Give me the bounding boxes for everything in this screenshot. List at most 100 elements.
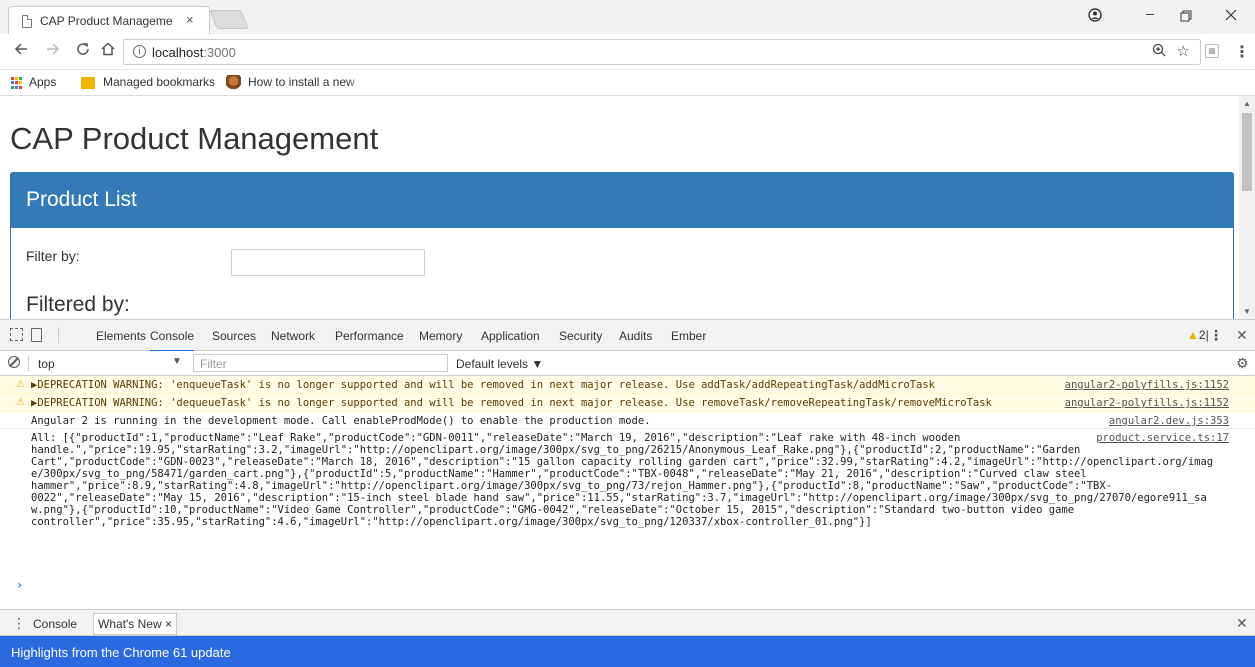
- panel-title: Product List: [26, 188, 137, 211]
- product-list-panel: Product List Filter by: Filtered by:: [10, 172, 1234, 319]
- browser-toolbar: i localhost:3000 ☆ ▦ ⋮: [0, 34, 1255, 70]
- new-tab-button[interactable]: [209, 10, 249, 29]
- apps-dot: [11, 85, 14, 89]
- folder-icon: [81, 77, 95, 89]
- message-text[interactable]: ▶DEPRECATION WARNING: 'enqueueTask' is n…: [31, 379, 935, 391]
- console-log-entry: All: [{"productId":1,"productName":"Leaf…: [0, 432, 1255, 528]
- inspect-element-icon[interactable]: [10, 328, 23, 341]
- forward-icon[interactable]: [46, 42, 60, 61]
- message-text[interactable]: ▶DEPRECATION WARNING: 'dequeueTask' is n…: [31, 397, 992, 409]
- zoom-icon[interactable]: [1152, 43, 1166, 60]
- profile-icon[interactable]: [1088, 8, 1102, 25]
- log-line: handle.","price":19.95,"starRating":3.2,…: [31, 444, 1081, 456]
- tab-close-icon[interactable]: ×: [186, 12, 194, 27]
- page-icon: [22, 15, 32, 28]
- log-line: Cart","productCode":"GDN-0023","releaseD…: [31, 456, 1214, 468]
- warning-icon: ▲: [1187, 328, 1199, 342]
- devtools-close-icon[interactable]: ✕: [1236, 327, 1248, 344]
- panel-heading: Product List: [11, 173, 1233, 228]
- address-bar[interactable]: i localhost:3000 ☆: [123, 39, 1201, 65]
- devtools-tab-console[interactable]: Console: [150, 329, 195, 352]
- devtools-tab-memory[interactable]: Memory: [419, 329, 462, 343]
- bookmark-favicon-icon: [226, 75, 241, 90]
- back-icon[interactable]: [14, 42, 28, 61]
- console-filter-input[interactable]: Filter: [193, 354, 448, 372]
- scroll-thumb[interactable]: [1242, 113, 1252, 191]
- log-line: 0022","releaseDate":"May 15, 2016","desc…: [31, 492, 1207, 504]
- devtools-tab-ember[interactable]: Ember: [671, 329, 706, 343]
- apps-dot: [19, 85, 22, 89]
- devtools-tab-network[interactable]: Network: [271, 329, 315, 343]
- browser-tab[interactable]: CAP Product Manageme ×: [8, 6, 210, 35]
- log-text: All: [{"productId":1,"productName":"Leaf…: [31, 432, 1229, 528]
- devtools-tab-elements[interactable]: Elements: [96, 329, 146, 343]
- toolbar-divider: [58, 327, 59, 343]
- console-message: Angular 2 is running in the development …: [0, 412, 1255, 429]
- console-output: ⚠ ▶DEPRECATION WARNING: 'enqueueTask' is…: [0, 376, 1255, 609]
- apps-dot: [15, 81, 18, 85]
- context-selector[interactable]: top: [38, 357, 55, 371]
- warning-icon: ⚠: [16, 397, 25, 408]
- device-toolbar-icon[interactable]: [31, 328, 42, 342]
- log-line: controller","price":35.95,"starRating":4…: [31, 516, 872, 528]
- apps-dot: [11, 81, 14, 85]
- message-text: Angular 2 is running in the development …: [31, 415, 651, 427]
- bookmark-install[interactable]: How to install a new: [248, 75, 366, 89]
- devtools-tab-security[interactable]: Security: [559, 329, 602, 343]
- console-prompt[interactable]: ›: [16, 578, 23, 592]
- console-settings-icon[interactable]: ⚙: [1236, 355, 1249, 372]
- apps-dot: [15, 85, 18, 89]
- apps-icon[interactable]: [11, 77, 23, 89]
- message-source-link[interactable]: angular2-polyfills.js:1152: [1065, 397, 1229, 409]
- context-caret-icon[interactable]: ▼: [172, 356, 182, 367]
- bookmark-star-icon[interactable]: ☆: [1177, 42, 1190, 60]
- restore-icon[interactable]: [1180, 9, 1192, 25]
- home-icon[interactable]: [101, 42, 115, 61]
- warning-icon: ⚠: [16, 379, 25, 390]
- warning-count: 2: [1198, 328, 1206, 342]
- bookmark-apps[interactable]: Apps: [29, 75, 56, 89]
- site-info-icon[interactable]: i: [133, 45, 146, 58]
- log-source-link[interactable]: product.service.ts:17: [1096, 432, 1229, 444]
- window-close-icon[interactable]: [1225, 8, 1237, 24]
- bookmark-managed[interactable]: Managed bookmarks: [103, 75, 215, 89]
- browser-menu-icon[interactable]: ⋮: [1234, 42, 1250, 62]
- log-levels-dropdown[interactable]: Default levels ▼: [456, 357, 543, 371]
- message-source-link[interactable]: angular2-polyfills.js:1152: [1065, 379, 1229, 391]
- page-viewport: CAP Product Management Product List Filt…: [0, 96, 1239, 319]
- message-source-link[interactable]: angular2.dev.js:353: [1109, 415, 1229, 427]
- minimize-icon[interactable]: –: [1146, 5, 1154, 21]
- devtools-tab-audits[interactable]: Audits: [619, 329, 652, 343]
- warning-counter[interactable]: ▲2|: [1187, 328, 1209, 342]
- scroll-down-icon[interactable]: ▼: [1243, 307, 1251, 316]
- page-scrollbar[interactable]: ▲ ▼: [1239, 96, 1255, 319]
- page-title: CAP Product Management: [10, 121, 379, 156]
- scroll-up-icon[interactable]: ▲: [1243, 99, 1251, 108]
- drawer-tab-close-icon[interactable]: ×: [165, 617, 172, 631]
- drawer-tab-console[interactable]: Console: [33, 617, 77, 631]
- browser-tab-strip: CAP Product Manageme × –: [0, 0, 1255, 35]
- drawer-menu-icon[interactable]: ⋮: [12, 615, 26, 632]
- devtools-tab-bar: Elements Console Sources Network Performance…: [0, 320, 1255, 352]
- highlights-title: Highlights from the Chrome 61 update: [11, 645, 231, 660]
- filter-label: Filter by:: [26, 248, 80, 264]
- devtools-tab-sources[interactable]: Sources: [212, 329, 256, 343]
- filter-input[interactable]: [231, 249, 425, 276]
- devtools-tab-application[interactable]: Application: [481, 329, 540, 343]
- bookmarks-bar: Apps Managed bookmarks How to install a …: [0, 70, 1255, 96]
- devtools-menu-icon[interactable]: ⋮: [1209, 327, 1223, 344]
- devtools-tab-performance[interactable]: Performance: [335, 329, 404, 343]
- filter-divider: [28, 356, 29, 371]
- whats-new-banner: Highlights from the Chrome 61 update: [0, 636, 1255, 667]
- reload-icon[interactable]: [76, 42, 90, 61]
- console-message: ⚠ ▶DEPRECATION WARNING: 'enqueueTask' is…: [0, 376, 1255, 394]
- extension-icon[interactable]: ▦: [1205, 44, 1219, 58]
- address-host: localhost: [152, 45, 204, 60]
- filtered-by-heading: Filtered by:: [26, 293, 130, 316]
- clear-console-icon[interactable]: [8, 356, 20, 368]
- drawer-tab-bar: ⋮ Console What's New × ✕: [0, 609, 1255, 636]
- apps-dot: [15, 77, 18, 80]
- log-line: e/300px/svg_to_png/58471/garden_cart.png…: [31, 468, 1087, 480]
- drawer-tab-whats-new[interactable]: What's New ×: [93, 613, 177, 635]
- drawer-close-icon[interactable]: ✕: [1236, 615, 1248, 632]
